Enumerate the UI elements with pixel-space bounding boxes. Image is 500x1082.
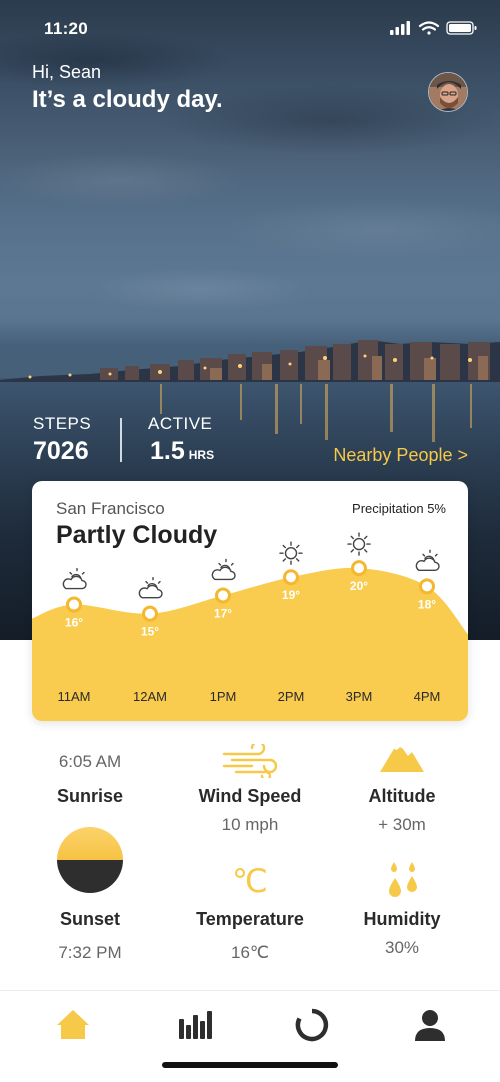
x-tick-label: 1PM (209, 689, 237, 704)
sun-icon (347, 532, 371, 556)
active-unit: HRS (188, 448, 215, 462)
activity-ring-icon[interactable] (292, 1005, 332, 1045)
sun-horizon-icon (57, 827, 123, 893)
chart-x-axis: 11AM 12AM 1PM 2PM 3PM 4PM (32, 689, 468, 709)
humidity-value: 30% (384, 938, 420, 957)
altitude-value: + 30m (378, 815, 426, 834)
tab-bar (0, 990, 500, 1082)
wind-speed-label: Wind Speed (198, 786, 302, 806)
data-point (215, 587, 231, 604)
active-value: 1.5 (150, 437, 185, 465)
sunrise-time: 6:05 AM (58, 752, 122, 771)
nearby-people-link[interactable]: Nearby People > (333, 445, 468, 466)
sunset-time: 7:32 PM (58, 943, 122, 962)
data-point (419, 578, 435, 595)
data-label: 16° (65, 616, 83, 630)
avatar[interactable] (428, 72, 468, 112)
wind-speed-value: 10 mph (221, 815, 279, 834)
status-time: 11:20 (44, 19, 89, 38)
weather-card: 16° 15° 17° 19° 20° 18° San Francisco Partly … (32, 481, 468, 721)
wind-icon (222, 744, 278, 778)
card-city: San Francisco (56, 499, 165, 518)
humidity-drops-icon (389, 862, 417, 897)
sunrise-label: Sunrise (56, 786, 124, 806)
data-label: 19° (282, 588, 300, 602)
humidity-label: Humidity (363, 909, 441, 929)
profile-icon[interactable] (410, 1005, 450, 1045)
x-tick-label: 11AM (57, 689, 91, 704)
greeting: Hi, Sean (32, 62, 102, 82)
steps-value: 7026 (33, 437, 89, 465)
steps-label: STEPS (33, 414, 92, 433)
partly-cloudy-icon (138, 576, 163, 599)
card-precipitation: Precipitation 5% (352, 501, 446, 516)
data-label: 20° (350, 579, 368, 593)
x-tick-label: 2PM (277, 689, 305, 704)
data-point (66, 596, 82, 613)
data-point (142, 605, 158, 622)
temperature-label: Temperature (196, 909, 304, 929)
sunset-label: Sunset (59, 909, 120, 929)
wifi-icon (418, 21, 440, 35)
status-bar: 11:20 (0, 0, 500, 56)
data-label: 15° (141, 625, 159, 639)
data-label: 17° (214, 606, 232, 620)
x-tick-label: 3PM (345, 689, 373, 704)
home-indicator[interactable] (162, 1062, 338, 1068)
headline: It’s a cloudy day. (32, 86, 223, 113)
mountain-icon (380, 742, 424, 772)
sun-icon (279, 541, 303, 565)
status-icons (390, 20, 480, 41)
celsius-icon: ℃ (232, 863, 268, 899)
x-tick-label: 4PM (413, 689, 441, 704)
partly-cloudy-icon (211, 558, 236, 581)
partly-cloudy-icon (62, 567, 87, 590)
active-label: ACTIVE (148, 414, 213, 433)
stats-divider (120, 418, 122, 462)
data-point (351, 560, 367, 577)
data-point (283, 569, 299, 586)
data-label: 18° (418, 597, 436, 611)
home-icon[interactable] (53, 1005, 93, 1045)
signal-icon (390, 21, 410, 35)
card-condition: Partly Cloudy (56, 521, 218, 549)
partly-cloudy-icon (415, 549, 440, 572)
active-value-group: 1.5 HRS (150, 437, 214, 466)
stats-icon[interactable] (173, 1005, 213, 1045)
x-tick-label: 12AM (133, 689, 167, 704)
altitude-label: Altitude (368, 786, 436, 806)
battery-icon (446, 21, 477, 35)
temperature-value: 16℃ (230, 943, 269, 962)
cloud-sky (0, 0, 500, 380)
